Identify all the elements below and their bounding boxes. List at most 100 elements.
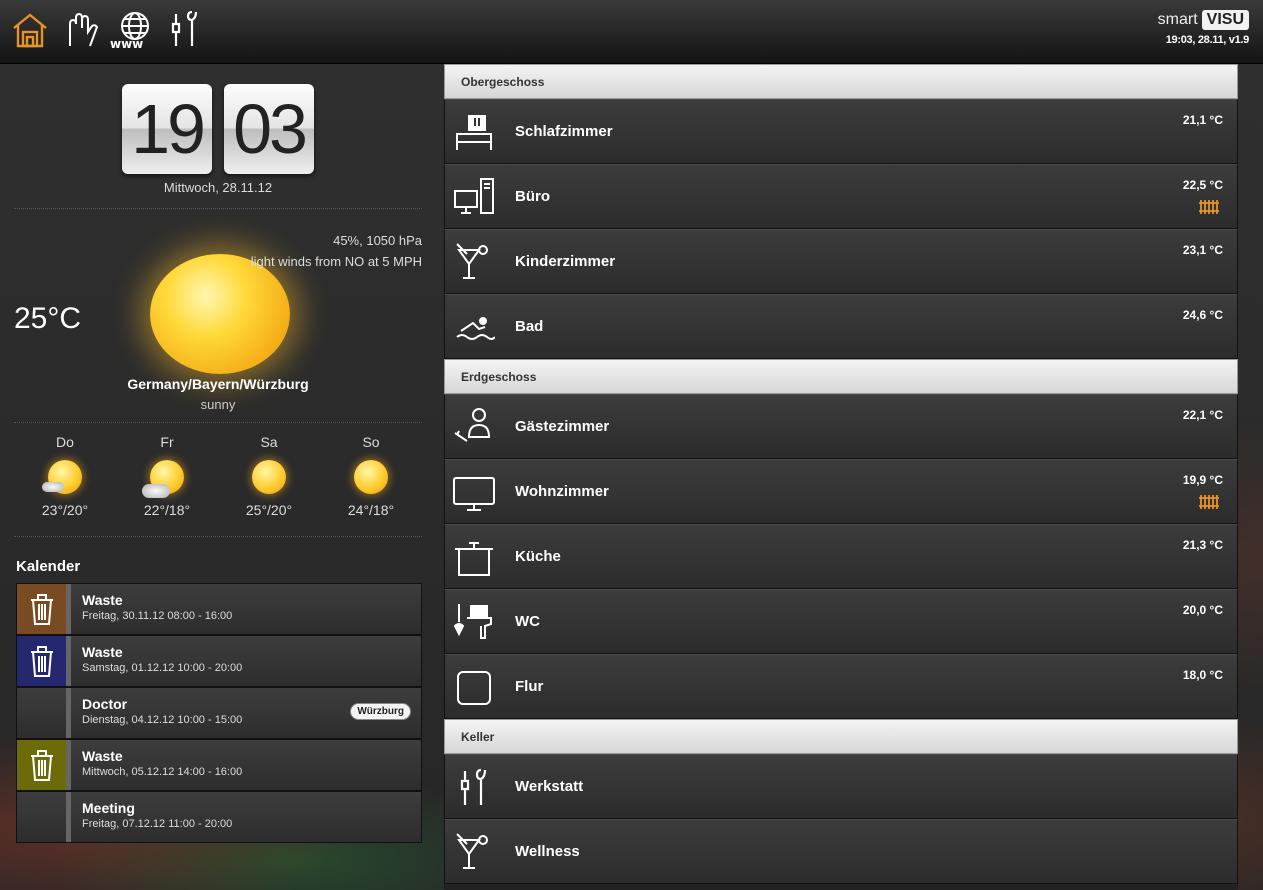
calendar-item[interactable]: Waste Freitag, 30.11.12 08:00 - 16:00: [16, 583, 422, 635]
sun-icon: [354, 460, 388, 494]
sun-cloud-icon: [142, 460, 184, 498]
clock-date: Mittwoch, 28.11.12: [163, 180, 273, 195]
forecast-day-name: Do: [56, 434, 74, 450]
room-name: Flur: [515, 678, 544, 695]
trash-icon: [17, 740, 66, 790]
forecast-temp: 25°/20°: [245, 502, 293, 518]
room-bad[interactable]: Bad 24,6 °C: [444, 294, 1238, 359]
calendar-item-name: Meeting: [82, 800, 135, 816]
forecast-day-name: So: [362, 434, 380, 450]
calendar-item-time: Freitag, 30.11.12 08:00 - 16:00: [82, 610, 233, 622]
sunny-weather-icon: [150, 254, 290, 374]
rooms-panel: Obergeschoss Schlafzimmer 21,1 °C Büro 2…: [444, 64, 1238, 890]
room-temperature: 20,0 °C: [1182, 603, 1223, 617]
room-name: Kinderzimmer: [515, 253, 616, 270]
room-temperature: 24,6 °C: [1182, 308, 1223, 322]
room-name: Küche: [515, 548, 561, 565]
divider: [14, 208, 422, 209]
calendar-item-name: Doctor: [82, 696, 128, 712]
section-obergeschoss: Obergeschoss: [444, 64, 1238, 99]
sun-icon: [252, 460, 286, 494]
room-gaestezimmer[interactable]: Gästezimmer 22,1 °C: [444, 394, 1238, 459]
room-buero[interactable]: Büro 22,5 °C: [444, 164, 1238, 229]
room-temperature: 23,1 °C: [1182, 243, 1223, 257]
section-keller: Keller: [444, 719, 1238, 754]
section-erdgeschoss: Erdgeschoss: [444, 359, 1238, 394]
pot-icon: [455, 542, 493, 576]
forecast-day: Do 23°/20°: [14, 434, 116, 518]
current-temperature: 25°C: [14, 302, 82, 335]
calendar-item[interactable]: Waste Samstag, 01.12.12 10:00 - 20:00: [16, 635, 422, 687]
brand-smart: smart: [1157, 11, 1198, 28]
heating-icon: [1199, 200, 1219, 214]
room-flur[interactable]: Flur 18,0 °C: [444, 654, 1238, 719]
room-temperature: 19,9 °C: [1182, 473, 1223, 487]
bed-icon: [456, 115, 492, 150]
hand-icon[interactable]: [62, 10, 102, 50]
calendar-item-time: Mittwoch, 05.12.12 14:00 - 16:00: [82, 766, 243, 778]
cocktail-icon: [456, 833, 488, 869]
sun-cloud-icon: [42, 460, 82, 494]
forecast-temp: 23°/20°: [41, 502, 89, 518]
calendar-item[interactable]: Waste Mittwoch, 05.12.12 14:00 - 16:00: [16, 739, 422, 791]
home-icon[interactable]: [10, 10, 50, 50]
calendar-item-name: Waste: [82, 748, 123, 764]
heating-icon: [1199, 495, 1219, 509]
cocktail-icon: [456, 243, 488, 279]
left-column: 19 03 Mittwoch, 28.11.12 45%, 1050 hPa l…: [0, 64, 436, 890]
calendar-list: Waste Freitag, 30.11.12 08:00 - 16:00 Wa…: [16, 583, 422, 843]
room-name: Gästezimmer: [515, 418, 610, 435]
clock-hour: 19: [122, 84, 212, 174]
room-temperature: 22,1 °C: [1182, 408, 1223, 422]
computer-icon: [454, 178, 494, 214]
room-wc[interactable]: WC 20,0 °C: [444, 589, 1238, 654]
room-icon: [457, 671, 491, 705]
calendar-title: Kalender: [16, 558, 81, 575]
guest-icon: [454, 408, 491, 442]
tools-icon: [460, 768, 487, 805]
forecast-temp: 22°/18°: [143, 502, 191, 518]
calendar-item-name: Waste: [82, 644, 123, 660]
flip-clock: 19 03: [122, 84, 314, 174]
calendar-item-name: Waste: [82, 592, 123, 608]
calendar-item-time: Samstag, 01.12.12 10:00 - 20:00: [82, 662, 243, 674]
calendar-item-blank: [17, 792, 66, 842]
room-werkstatt[interactable]: Werkstatt: [444, 754, 1238, 819]
svg-text:www: www: [110, 37, 143, 50]
weather-location: Germany/Bayern/Würzburg: [127, 376, 309, 392]
forecast-day: Fr 22°/18°: [116, 434, 218, 518]
room-temperature: 21,1 °C: [1182, 113, 1223, 127]
header-time-version: 19:03, 28.11, v1.9: [1165, 34, 1250, 46]
forecast-day-name: Fr: [160, 434, 174, 450]
room-kueche[interactable]: Küche 21,3 °C: [444, 524, 1238, 589]
room-wellness[interactable]: Wellness: [444, 819, 1238, 884]
divider: [14, 422, 422, 423]
room-schlafzimmer[interactable]: Schlafzimmer 21,1 °C: [444, 99, 1238, 164]
room-name: Werkstatt: [515, 778, 584, 795]
swimming-icon: [456, 317, 495, 340]
brand: smart VISU 19:03, 28.11, v1.9: [1158, 10, 1249, 46]
calendar-item[interactable]: Doctor Dienstag, 04.12.12 10:00 - 15:00 …: [16, 687, 422, 739]
room-name: Wohnzimmer: [515, 483, 609, 500]
tools-icon[interactable]: [168, 10, 200, 50]
calendar-item[interactable]: Meeting Freitag, 07.12.12 11:00 - 20:00: [16, 791, 422, 843]
humidity-pressure: 45%, 1050 hPa: [333, 233, 422, 248]
forecast-day: So 24°/18°: [320, 434, 422, 518]
room-kinderzimmer[interactable]: Kinderzimmer 23,1 °C: [444, 229, 1238, 294]
calendar-item-time: Freitag, 07.12.12 11:00 - 20:00: [82, 818, 233, 830]
wind-info: light winds from NO at 5 MPH: [250, 254, 422, 269]
forecast-day-name: Sa: [260, 434, 278, 450]
room-wohnzimmer[interactable]: Wohnzimmer 19,9 °C: [444, 459, 1238, 524]
clock-minute: 03: [224, 84, 314, 174]
room-temperature: 18,0 °C: [1182, 668, 1223, 682]
divider: [14, 536, 422, 537]
forecast-temp: 24°/18°: [347, 502, 395, 518]
top-bar: www smart VISU 19:03, 28.11, v1.9: [0, 0, 1263, 64]
location-badge: Würzburg: [350, 703, 411, 720]
room-name: Schlafzimmer: [515, 123, 613, 140]
room-name: Bad: [515, 318, 544, 335]
calendar-item-time: Dienstag, 04.12.12 10:00 - 15:00: [82, 714, 243, 726]
trash-icon: [17, 636, 66, 686]
weather-details: 45%, 1050 hPa light winds from NO at 5 M…: [251, 230, 422, 272]
www-globe-icon[interactable]: www: [110, 10, 156, 50]
